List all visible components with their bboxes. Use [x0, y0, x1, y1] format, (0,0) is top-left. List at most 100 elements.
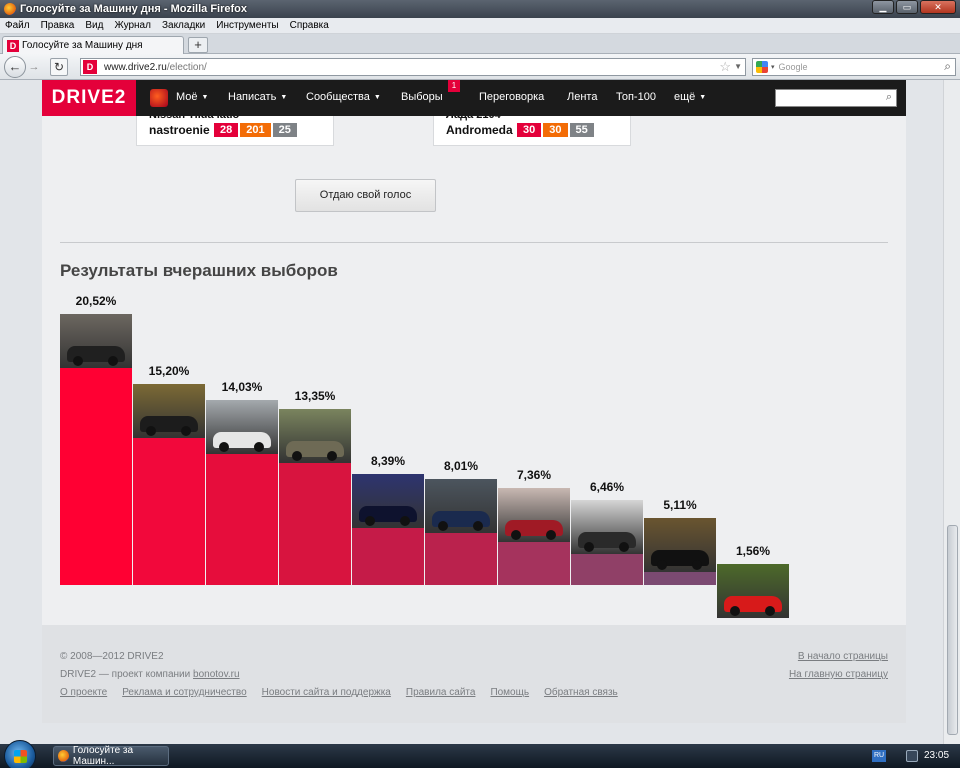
result-percent-label: 20,52%: [75, 294, 117, 308]
car-wheel: [145, 426, 156, 436]
menu-bookmarks[interactable]: Закладки: [162, 20, 205, 31]
footer-link-feedback[interactable]: Обратная связь: [544, 687, 618, 698]
scrollbar-thumb[interactable]: [947, 525, 958, 735]
result-bar[interactable]: 13,35%: [279, 389, 351, 585]
car-photo[interactable]: [60, 314, 132, 368]
close-button[interactable]: ✕: [920, 0, 956, 14]
bookmark-star-icon[interactable]: ☆: [719, 59, 731, 75]
network-tray-icon[interactable]: [906, 750, 918, 762]
result-bar[interactable]: 8,39%: [352, 454, 424, 585]
nav-communities[interactable]: Сообщества ▼: [306, 91, 381, 103]
minimize-button[interactable]: ▁: [872, 0, 894, 14]
maximize-button[interactable]: ▭: [896, 0, 918, 14]
user-avatar[interactable]: [150, 89, 168, 107]
car-wheel: [326, 451, 337, 461]
to-home-link[interactable]: На главную страницу: [789, 669, 888, 680]
tab-election[interactable]: D Голосуйте за Машину дня: [2, 36, 184, 54]
result-percent-label: 7,36%: [516, 468, 552, 482]
results-chart: 20,52% 15,20% 14,03% 13,35% 8,39% 8,01% 7,36% 6…: [60, 80, 789, 680]
result-bar[interactable]: 14,03%: [206, 380, 278, 585]
windows-logo-icon: [14, 750, 27, 763]
result-percent-label: 15,20%: [148, 364, 190, 378]
car-photo[interactable]: [425, 479, 497, 533]
address-bar[interactable]: D www.drive2.ru/election/ ☆ ▼: [80, 58, 746, 76]
nav-top100[interactable]: Топ-100: [616, 91, 656, 103]
site-search-input[interactable]: ⌕: [775, 89, 897, 107]
car-photo[interactable]: [498, 488, 570, 542]
forward-button[interactable]: →: [26, 59, 42, 75]
menu-tools[interactable]: Инструменты: [216, 20, 278, 31]
nav-elections[interactable]: Выборы: [401, 91, 443, 103]
car-photo[interactable]: [206, 400, 278, 454]
car-photo[interactable]: [133, 384, 205, 438]
clock[interactable]: 23:05: [924, 750, 949, 761]
reload-button[interactable]: ↻: [50, 58, 68, 76]
tab-bar: D Голосуйте за Машину дня +: [0, 34, 960, 54]
menu-help[interactable]: Справка: [290, 20, 329, 31]
start-button[interactable]: [4, 740, 36, 768]
back-button[interactable]: ←: [4, 56, 26, 78]
result-bar[interactable]: 8,01%: [425, 459, 497, 585]
car-photo[interactable]: [279, 409, 351, 463]
taskbar-firefox-task[interactable]: Голосуйте за Машин...: [53, 745, 169, 767]
footer-link-help[interactable]: Помощь: [490, 687, 529, 698]
page-scrollbar[interactable]: [943, 80, 960, 744]
car-wheel: [253, 442, 264, 452]
car-photo[interactable]: [571, 500, 643, 554]
result-percent-label: 14,03%: [221, 380, 263, 394]
menu-view[interactable]: Вид: [85, 20, 103, 31]
project-note: DRIVE2 — проект компании bonotov.ru: [60, 669, 240, 680]
language-indicator[interactable]: RU: [872, 750, 886, 762]
task-label: Голосуйте за Машин...: [72, 745, 134, 767]
to-top-link[interactable]: В начало страницы: [798, 651, 888, 662]
car-wheel: [364, 516, 375, 526]
url-text: www.drive2.ru/election/: [104, 61, 207, 73]
browser-search-bar[interactable]: ▾ Google ⌕: [752, 58, 956, 76]
result-bar[interactable]: 7,36%: [498, 468, 570, 585]
result-bar[interactable]: 5,11%: [644, 498, 716, 585]
menu-edit[interactable]: Правка: [41, 20, 75, 31]
result-bar[interactable]: 15,20%: [133, 364, 205, 585]
drive2-logo[interactable]: DRIVE2: [42, 80, 136, 116]
new-tab-button[interactable]: +: [188, 37, 208, 53]
menu-history[interactable]: Журнал: [114, 20, 151, 31]
search-icon[interactable]: ⌕: [886, 91, 892, 104]
window-title: Голосуйте за Машину дня - Mozilla Firefo…: [20, 3, 247, 15]
nav-write[interactable]: Написать ▼: [228, 91, 287, 103]
menu-file[interactable]: Файл: [5, 20, 30, 31]
menu-bar: Файл Правка Вид Журнал Закладки Инструме…: [0, 18, 960, 34]
car-photo[interactable]: [352, 474, 424, 528]
result-bar-fill: [425, 533, 497, 585]
footer-link-ads[interactable]: Реклама и сотрудничество: [122, 687, 246, 698]
footer-link-about[interactable]: О проекте: [60, 687, 107, 698]
result-percent-label: 13,35%: [294, 389, 336, 403]
result-bar[interactable]: 20,52%: [60, 294, 132, 585]
car-wheel: [291, 451, 302, 461]
result-bar[interactable]: 6,46%: [571, 480, 643, 585]
car-wheel: [691, 560, 702, 570]
result-percent-label: 5,11%: [663, 498, 697, 512]
result-percent-label: 6,46%: [589, 480, 625, 494]
car-wheel: [472, 521, 483, 531]
company-link[interactable]: bonotov.ru: [193, 669, 240, 680]
search-icon[interactable]: ⌕: [944, 59, 951, 74]
result-bar-fill: [498, 542, 570, 585]
car-wheel: [583, 542, 594, 552]
url-dropdown-icon[interactable]: ▼: [734, 62, 742, 71]
result-bar[interactable]: 1,56%: [717, 544, 789, 618]
car-wheel: [72, 356, 83, 366]
nav-feed[interactable]: Лента: [567, 91, 597, 103]
taskbar: Голосуйте за Машин... RU 23:05: [0, 740, 960, 768]
result-percent-label: 1,56%: [735, 544, 771, 558]
result-bar-fill: [206, 454, 278, 585]
car-wheel: [107, 356, 118, 366]
car-photo[interactable]: [644, 518, 716, 572]
footer-link-news[interactable]: Новости сайта и поддержка: [262, 687, 391, 698]
chevron-down-icon: ▼: [280, 94, 288, 101]
nav-my[interactable]: Моё ▼: [176, 91, 208, 103]
engine-dropdown-icon[interactable]: ▾: [771, 63, 775, 71]
footer-link-rules[interactable]: Правила сайта: [406, 687, 476, 698]
car-photo[interactable]: [717, 564, 789, 618]
nav-more[interactable]: ещё ▼: [674, 91, 706, 103]
nav-talks[interactable]: Переговорка: [479, 91, 544, 103]
